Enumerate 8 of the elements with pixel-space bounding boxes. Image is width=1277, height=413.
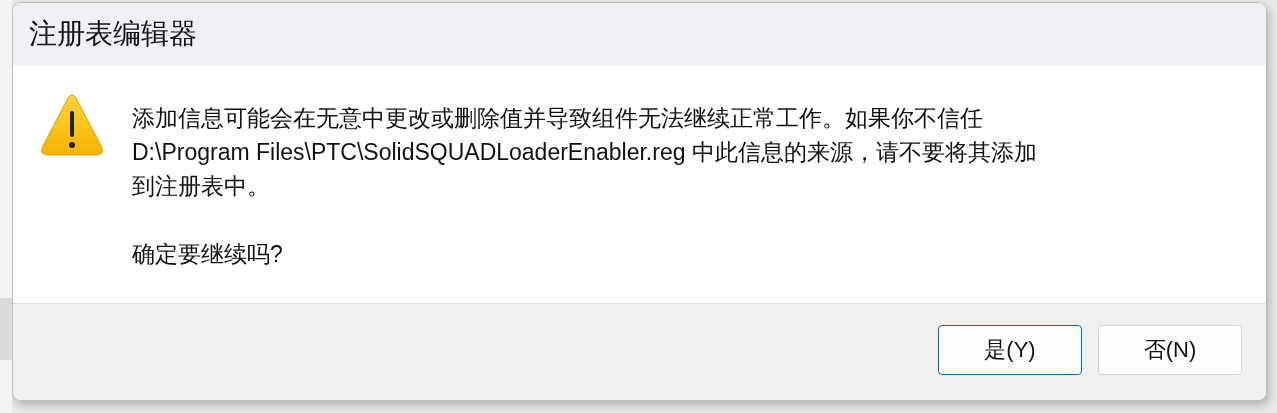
message-text: 到注册表中。: [132, 172, 271, 201]
question-text: 确定要继续吗?: [132, 240, 284, 269]
dialog-button[interactable]: 否(N): [1098, 325, 1242, 375]
dialog-button[interactable]: 是(Y): [938, 325, 1082, 375]
warning-icon: [40, 93, 104, 157]
message-text: D:\Program Files\PTC\SolidSQUADLoaderEnabler.reg 中此信息的来源，请不要将其添加: [132, 138, 1037, 167]
window-title: 注册表编辑器: [29, 17, 197, 51]
message-text: 添加信息可能会在无意中更改或删除值并导致组件无法继续正常工作。如果你不信任: [132, 104, 984, 133]
